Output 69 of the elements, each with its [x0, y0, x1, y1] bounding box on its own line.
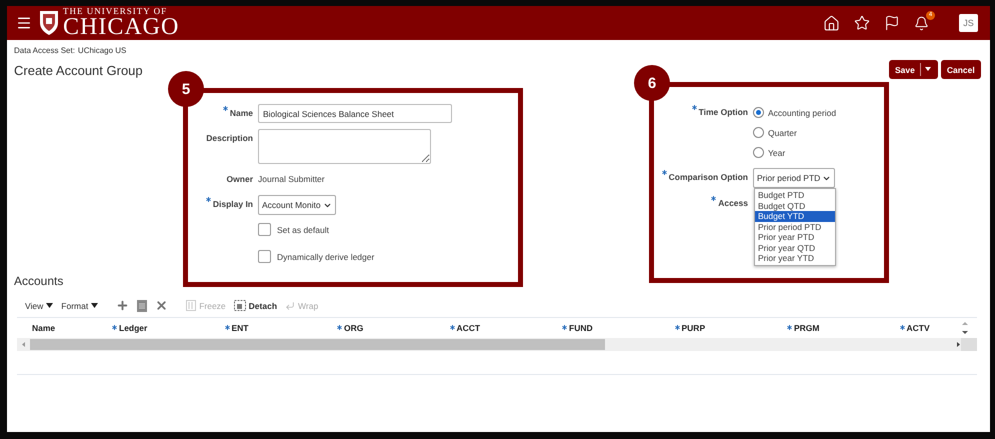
column-header[interactable]: ORG — [334, 323, 446, 333]
caret-icon — [91, 303, 98, 308]
column-header[interactable]: PRGM — [784, 323, 896, 333]
menu-button[interactable]: Format — [61, 300, 98, 310]
description-field[interactable] — [258, 129, 431, 164]
column-header[interactable]: ACCT — [446, 323, 559, 333]
field-label: Description — [205, 132, 253, 145]
add-icon[interactable] — [116, 299, 130, 312]
field-label: Display In — [188, 195, 253, 214]
horizontal-scrollbar[interactable] — [17, 338, 977, 351]
menu-icon[interactable] — [16, 15, 32, 31]
dropdown-option[interactable]: Prior period PTD — [755, 222, 835, 232]
field-label: Time Option — [654, 103, 748, 122]
crest-logo-icon — [39, 10, 59, 36]
column-header[interactable]: ACTV — [896, 323, 960, 333]
checkbox[interactable] — [258, 250, 271, 263]
field-value: Journal Submitter — [258, 173, 326, 186]
dropdown-option[interactable]: Prior year YTD — [755, 253, 835, 264]
checkbox-label[interactable]: Dynamically derive ledger — [258, 250, 518, 263]
flag-icon[interactable] — [884, 15, 900, 31]
star-icon[interactable] — [854, 15, 870, 31]
radio-button[interactable] — [753, 147, 764, 158]
dropdown-option[interactable]: Budget PTD — [755, 190, 835, 200]
column-header[interactable]: FUND — [559, 323, 672, 333]
home-icon[interactable] — [823, 14, 840, 32]
section-title: Accounts — [14, 274, 64, 288]
caret-icon — [46, 303, 54, 308]
field-label: Comparison Option — [654, 168, 748, 187]
save-button[interactable]: Save — [889, 60, 938, 79]
dropdown-option[interactable]: Budget YTD — [755, 211, 835, 222]
wrap-icon — [285, 300, 296, 310]
field-label: Owner — [226, 173, 253, 186]
radio-option[interactable]: Quarter — [753, 123, 884, 142]
step-number: 5 — [168, 71, 204, 107]
field-label: Access — [654, 194, 748, 213]
cancel-button[interactable]: Cancel — [940, 60, 981, 79]
radio-button[interactable] — [753, 127, 764, 138]
page-title: Create Account Group — [14, 63, 144, 78]
select-field[interactable]: Account Monito — [258, 195, 336, 215]
document-icon[interactable] — [137, 300, 148, 312]
radio-option[interactable]: Accounting period — [753, 103, 884, 122]
vertical-scroll-arrows-icon[interactable] — [960, 320, 970, 336]
menu-button[interactable]: View — [25, 300, 54, 310]
column-header[interactable]: Name — [29, 323, 109, 333]
radio-option[interactable]: Year — [753, 143, 884, 162]
delete-icon[interactable] — [155, 299, 168, 312]
user-avatar[interactable]: JS — [959, 14, 978, 32]
name-field[interactable]: Biological Sciences Balance Sheet — [258, 104, 452, 123]
select-field[interactable]: Prior period PTD — [753, 168, 836, 188]
dropdown-option[interactable]: Budget QTD — [755, 200, 835, 211]
column-header[interactable]: Ledger — [109, 323, 222, 333]
logo-text: THE UNIVERSITY OF — [63, 7, 168, 16]
dropdown-option[interactable]: Prior year PTD — [755, 232, 835, 242]
radio-button[interactable] — [753, 107, 764, 118]
data-access-label: Data Access Set: — [14, 46, 75, 56]
data-access-value: UChicago US — [78, 46, 126, 56]
step-number: 6 — [634, 65, 670, 101]
bell-icon[interactable] — [914, 16, 929, 30]
checkbox-label[interactable]: Set as default — [258, 223, 518, 236]
column-header[interactable]: ENT — [222, 323, 334, 333]
dropdown-option[interactable]: Prior year QTD — [755, 242, 835, 253]
detach-button[interactable]: Detach — [234, 300, 278, 311]
detach-icon — [234, 300, 246, 311]
column-header[interactable]: PURP — [672, 323, 784, 333]
checkbox[interactable] — [258, 223, 271, 236]
logo-text: CHICAGO — [63, 15, 180, 39]
caret-icon — [920, 60, 932, 79]
field-label: Name — [188, 104, 253, 123]
freeze-icon — [186, 300, 196, 311]
